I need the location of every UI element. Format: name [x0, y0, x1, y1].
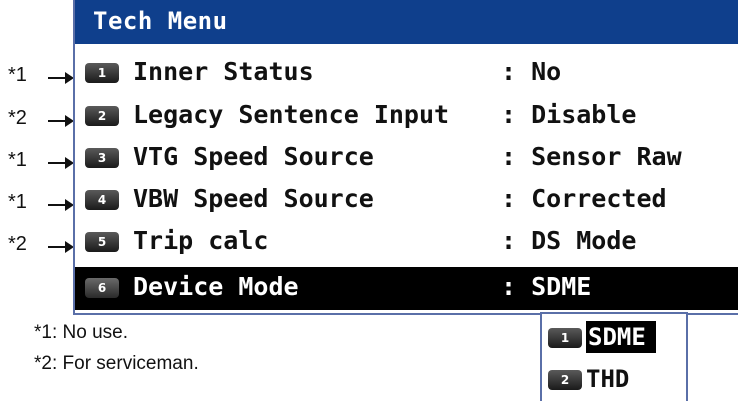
menu-item-value: : Disable: [501, 100, 637, 129]
title-bar: Tech Menu: [75, 0, 738, 44]
menu-item-label: VTG Speed Source: [133, 142, 374, 171]
menu-item-label: VBW Speed Source: [133, 184, 374, 213]
menu-item-legacy-sentence-input[interactable]: 2 Legacy Sentence Input : Disable: [75, 95, 738, 138]
menu-item-label: Legacy Sentence Input: [133, 100, 450, 129]
menu-item-value: : Sensor Raw: [501, 142, 682, 171]
device-mode-dropdown: 1 SDME 2 THD: [540, 312, 688, 401]
footnotes: *1: No use. *2: For serviceman.: [34, 322, 199, 384]
menu-item-value: : SDME: [501, 272, 592, 301]
menu-item-label: Inner Status: [133, 57, 314, 86]
key-2-icon: 2: [548, 370, 582, 390]
menu-item-label: Trip calc: [133, 226, 269, 255]
footnote-mark: *1: [8, 149, 27, 171]
key-3-icon: 3: [85, 148, 119, 168]
footnote-mark: *2: [8, 107, 27, 129]
menu-item-value: : DS Mode: [501, 226, 637, 255]
arrow-icon: [48, 241, 74, 253]
menu-item-label: Device Mode: [133, 272, 299, 301]
footnote-mark: *2: [8, 233, 27, 255]
menu-item-value: : Corrected: [501, 184, 667, 213]
menu-item-inner-status[interactable]: 1 Inner Status : No: [75, 52, 738, 95]
option-label: THD: [586, 365, 630, 393]
arrow-icon: [48, 199, 74, 211]
menu-item-value: : No: [501, 57, 562, 86]
menu-title: Tech Menu: [93, 7, 228, 35]
dropdown-option-thd[interactable]: 2 THD: [542, 360, 686, 398]
dropdown-option-sdme[interactable]: 1 SDME: [542, 318, 686, 356]
key-6-icon: 6: [85, 278, 119, 298]
footnote-2: *2: For serviceman.: [34, 353, 199, 374]
key-4-icon: 4: [85, 190, 119, 210]
tech-menu-screen: Tech Menu 1 Inner Status : No 2 Legacy S…: [73, 0, 738, 315]
key-1-icon: 1: [85, 63, 119, 83]
arrow-icon: [48, 115, 74, 127]
menu-item-vbw-speed-source[interactable]: 4 VBW Speed Source : Corrected: [75, 179, 738, 222]
menu-item-vtg-speed-source[interactable]: 3 VTG Speed Source : Sensor Raw: [75, 137, 738, 180]
key-2-icon: 2: [85, 106, 119, 126]
arrow-icon: [48, 157, 74, 169]
key-1-icon: 1: [548, 328, 582, 348]
footnote-mark: *1: [8, 64, 27, 86]
option-label: SDME: [586, 321, 656, 353]
footnote-mark: *1: [8, 191, 27, 213]
menu-item-device-mode[interactable]: 6 Device Mode : SDME: [75, 267, 738, 310]
menu-item-trip-calc[interactable]: 5 Trip calc : DS Mode: [75, 221, 738, 264]
arrow-icon: [48, 72, 74, 84]
footnote-1: *1: No use.: [34, 322, 128, 343]
key-5-icon: 5: [85, 232, 119, 252]
